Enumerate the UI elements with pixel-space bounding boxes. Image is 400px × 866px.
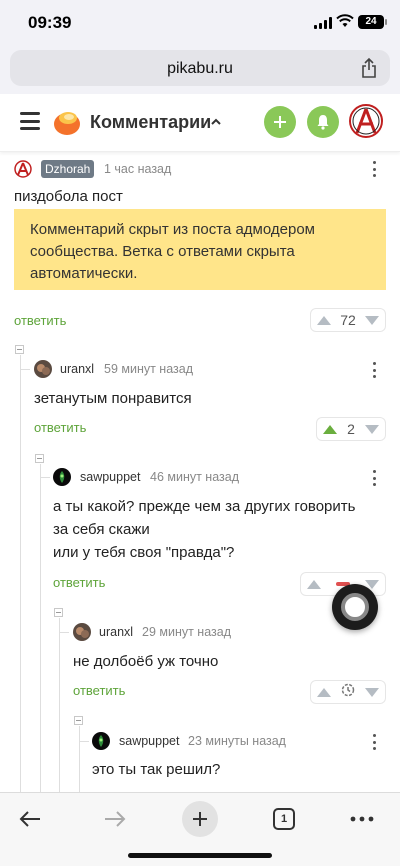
- more-options-icon[interactable]: [369, 470, 379, 486]
- comment-text-line: за себя скажи: [53, 521, 150, 538]
- comment-author[interactable]: uranxl: [60, 362, 94, 376]
- arrow-right-icon: [105, 811, 126, 827]
- comment-time[interactable]: 59 минут назад: [104, 362, 193, 376]
- pikabu-logo[interactable]: [52, 107, 82, 142]
- tabs-count: 1: [273, 808, 295, 830]
- reply-link[interactable]: ответить: [14, 313, 66, 328]
- comment-author[interactable]: uranxl: [99, 625, 133, 639]
- vote-up-icon[interactable]: [323, 424, 337, 434]
- chevron-up-icon[interactable]: [210, 114, 222, 132]
- floating-assistive-button[interactable]: [332, 584, 378, 630]
- collapse-thread-button[interactable]: [35, 454, 44, 463]
- reply-link[interactable]: ответить: [34, 420, 86, 435]
- reply-link[interactable]: ответить: [53, 575, 105, 590]
- plus-icon: [274, 116, 286, 128]
- comment-author-badge[interactable]: Dzhorah: [41, 160, 95, 178]
- new-tab-button[interactable]: [182, 801, 218, 837]
- more-options-icon[interactable]: [369, 161, 379, 177]
- avatar[interactable]: [92, 732, 110, 750]
- thread-line[interactable]: [40, 464, 41, 792]
- rating-widget: [310, 680, 386, 704]
- vote-down-icon[interactable]: [364, 315, 379, 325]
- comment-time[interactable]: 29 минут назад: [142, 625, 231, 639]
- avatar[interactable]: [34, 360, 52, 378]
- home-indicator[interactable]: [128, 853, 272, 858]
- app-header: Комментарии: [0, 94, 400, 152]
- ellipsis-icon: [350, 816, 374, 822]
- menu-icon[interactable]: [20, 112, 40, 130]
- hidden-comment-note: Комментарий скрыт из поста адмодером соо…: [14, 209, 386, 290]
- status-bar: 09:39 24: [0, 0, 400, 46]
- wifi-icon: [336, 14, 354, 33]
- thread-line[interactable]: [20, 355, 21, 792]
- arrow-left-icon: [19, 811, 40, 827]
- comment-text: зетанутым понравится: [34, 390, 192, 407]
- collapse-thread-button[interactable]: [15, 345, 24, 354]
- rating-widget: 72: [310, 308, 386, 332]
- thread-connector: [40, 477, 50, 478]
- bell-icon: [317, 115, 329, 130]
- thread-line[interactable]: [59, 618, 60, 792]
- user-avatar[interactable]: [349, 104, 383, 138]
- cellular-signal-icon: [314, 17, 332, 29]
- rating-value: 2: [347, 421, 355, 437]
- more-options-icon[interactable]: [369, 362, 379, 378]
- share-icon[interactable]: [360, 57, 378, 84]
- circle-icon: [341, 593, 369, 621]
- comment-text: пиздобола пост: [14, 188, 123, 205]
- address-bar[interactable]: pikabu.ru: [10, 50, 390, 86]
- comment-text-line: а ты какой? прежде чем за других говорит…: [53, 498, 356, 515]
- vote-up-icon[interactable]: [317, 687, 331, 697]
- forward-button[interactable]: [97, 801, 133, 837]
- collapse-thread-button[interactable]: [74, 716, 83, 725]
- url-text: pikabu.ru: [167, 60, 233, 77]
- add-post-button[interactable]: [264, 106, 296, 138]
- vote-down-icon[interactable]: [365, 687, 379, 697]
- rating-widget: 2: [316, 417, 386, 441]
- rating-pending-clock-icon: [341, 683, 355, 702]
- thread-connector: [20, 369, 30, 370]
- avatar[interactable]: [14, 160, 32, 178]
- comment-time[interactable]: 46 минут назад: [150, 470, 239, 484]
- comment-text: это ты так решил?: [92, 761, 221, 778]
- thread-connector: [79, 741, 89, 742]
- thread-line[interactable]: [79, 726, 80, 792]
- more-menu-button[interactable]: [344, 801, 380, 837]
- comments-section: Dzhorah 1 час назад пиздобола пост Комме…: [0, 152, 400, 792]
- comment-time[interactable]: 1 час назад: [104, 162, 171, 176]
- browser-address-area: pikabu.ru: [0, 46, 400, 94]
- battery-icon: 24: [358, 15, 387, 29]
- page-title[interactable]: Комментарии: [90, 112, 211, 133]
- collapse-thread-button[interactable]: [54, 608, 63, 617]
- comment-text: не долбоёб уж точно: [73, 653, 219, 670]
- comment-text-line: или у тебя своя "правда"?: [53, 544, 235, 561]
- notifications-button[interactable]: [307, 106, 339, 138]
- rating-value: 72: [340, 312, 356, 328]
- comment-time[interactable]: 23 минуты назад: [188, 734, 286, 748]
- thread-connector: [59, 632, 69, 633]
- vote-up-icon[interactable]: [307, 579, 321, 589]
- tabs-button[interactable]: 1: [266, 801, 302, 837]
- vote-down-icon[interactable]: [364, 424, 379, 434]
- vote-up-icon[interactable]: [317, 315, 331, 325]
- reply-link[interactable]: ответить: [73, 683, 125, 698]
- avatar[interactable]: [53, 468, 71, 486]
- back-button[interactable]: [12, 801, 48, 837]
- status-time: 09:39: [28, 13, 72, 32]
- comment-author[interactable]: sawpuppet: [119, 734, 179, 748]
- comment-author[interactable]: sawpuppet: [80, 470, 140, 484]
- more-options-icon[interactable]: [369, 734, 379, 750]
- avatar[interactable]: [73, 623, 91, 641]
- plus-icon: [182, 801, 218, 837]
